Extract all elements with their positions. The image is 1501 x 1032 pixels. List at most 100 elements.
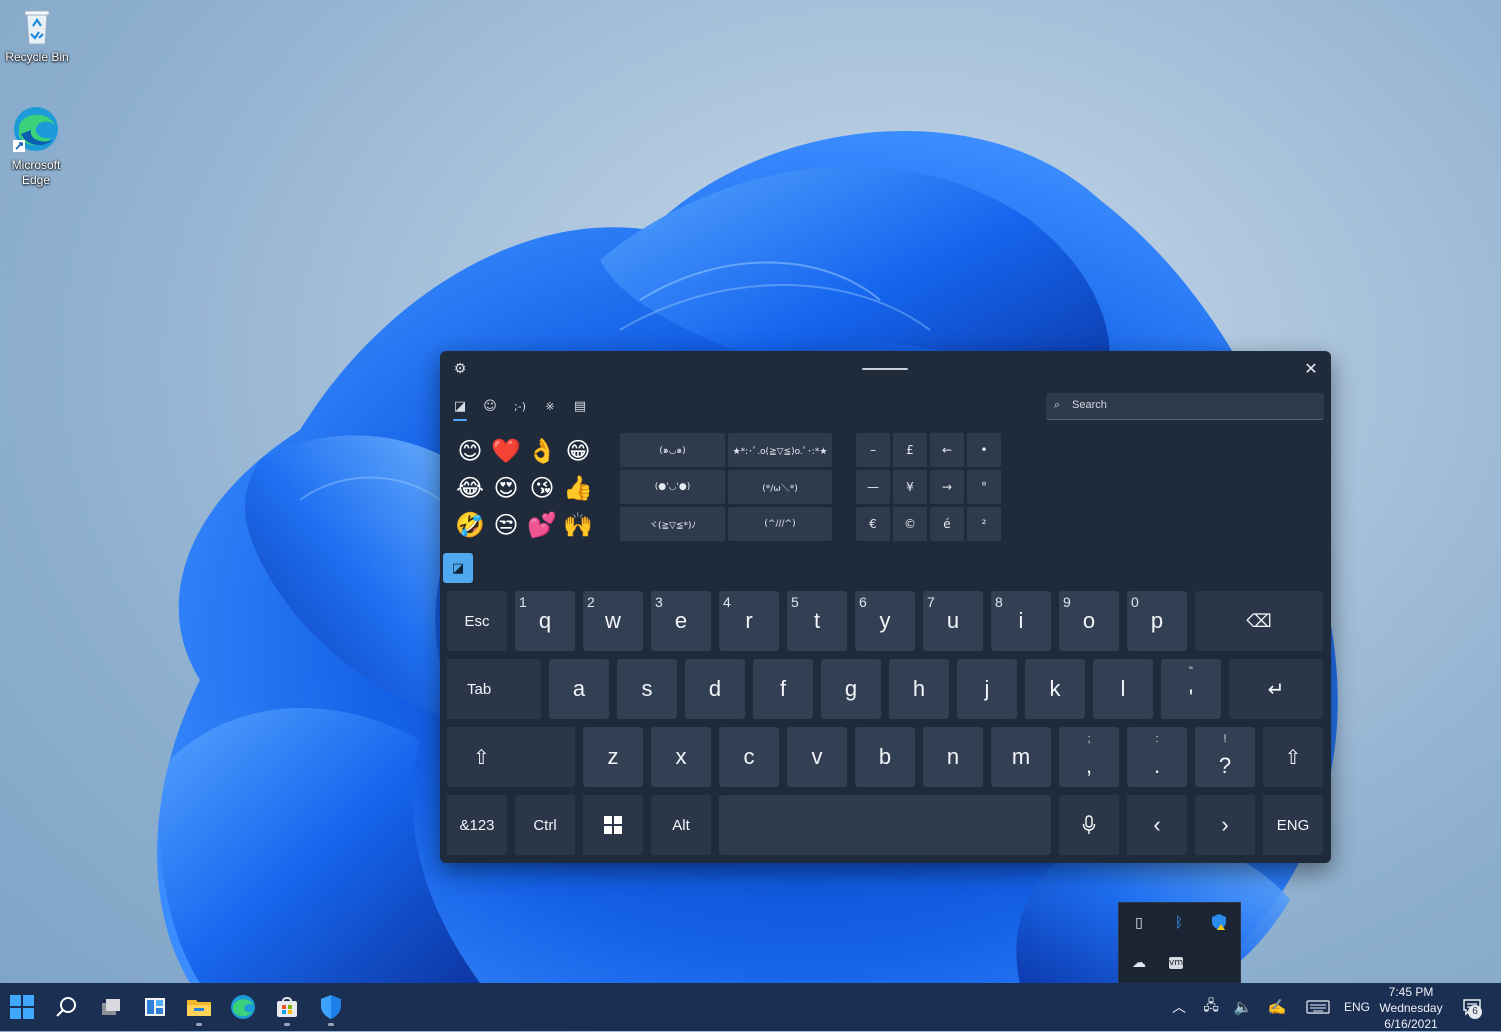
close-icon[interactable]: ✕ bbox=[1301, 359, 1321, 379]
key-i[interactable]: 8i bbox=[991, 591, 1051, 651]
key-z[interactable]: z bbox=[583, 727, 643, 787]
key-l[interactable]: l bbox=[1093, 659, 1153, 719]
network-icon[interactable]: 🖧 bbox=[1200, 983, 1222, 1031]
symbol-item[interactable]: • bbox=[967, 433, 1001, 467]
symbol-item[interactable]: ¥ bbox=[893, 470, 927, 504]
file-explorer-button[interactable] bbox=[183, 991, 215, 1023]
emoji-item[interactable]: 😍 bbox=[488, 470, 524, 506]
emoji-item[interactable]: 😊 bbox=[452, 433, 488, 469]
key-ctrl[interactable]: Ctrl bbox=[515, 795, 575, 855]
key-microphone[interactable] bbox=[1059, 795, 1119, 855]
key-question[interactable]: !? bbox=[1195, 727, 1255, 787]
key-left[interactable]: ‹ bbox=[1127, 795, 1187, 855]
taskbar-clock[interactable]: 7:45 PM Wednesday 6/16/2021 bbox=[1376, 984, 1446, 1032]
key-s[interactable]: s bbox=[617, 659, 677, 719]
emoji-item[interactable]: 💕 bbox=[524, 507, 560, 543]
key-alt[interactable]: Alt bbox=[651, 795, 711, 855]
key-apostrophe[interactable]: " ' bbox=[1161, 659, 1221, 719]
key-h[interactable]: h bbox=[889, 659, 949, 719]
search-input[interactable]: ⌕ Search bbox=[1046, 393, 1324, 420]
desktop-icon-recycle-bin[interactable]: Recycle Bin bbox=[1, 6, 73, 65]
start-button[interactable] bbox=[6, 991, 38, 1023]
key-shift-left[interactable]: ⇧ bbox=[447, 727, 575, 787]
kaomoji-item[interactable]: ★*:･ﾟ.o(≧▽≦)o.ﾟ･:*★ bbox=[728, 433, 832, 467]
clipboard-icon[interactable]: ▤ bbox=[570, 397, 590, 417]
key-right[interactable]: › bbox=[1195, 795, 1255, 855]
symbol-item[interactable]: ° bbox=[967, 470, 1001, 504]
emoji-panel-toggle-button[interactable]: ◪ bbox=[443, 553, 473, 583]
emoji-item[interactable]: ❤️ bbox=[488, 433, 524, 469]
symbol-item[interactable]: © bbox=[893, 507, 927, 541]
key-r[interactable]: 4r bbox=[719, 591, 779, 651]
key-x[interactable]: x bbox=[651, 727, 711, 787]
pen-icon[interactable]: ✍ bbox=[1266, 983, 1288, 1031]
emoji-item[interactable]: 👌 bbox=[524, 433, 560, 469]
key-backspace[interactable]: ⌫ bbox=[1195, 591, 1323, 651]
key-esc[interactable]: Esc bbox=[447, 591, 507, 651]
emoji-item[interactable]: 😁 bbox=[560, 433, 596, 469]
key-w[interactable]: 2w bbox=[583, 591, 643, 651]
key-shift-right[interactable]: ⇧ bbox=[1263, 727, 1323, 787]
key-q[interactable]: 1q bbox=[515, 591, 575, 651]
bluetooth-icon[interactable]: ᛒ bbox=[1169, 913, 1189, 933]
key-e[interactable]: 3e bbox=[651, 591, 711, 651]
key-period[interactable]: :. bbox=[1127, 727, 1187, 787]
symbols-icon[interactable]: ※ bbox=[540, 397, 560, 417]
key-space[interactable] bbox=[719, 795, 1051, 855]
edge-taskbar-button[interactable] bbox=[227, 991, 259, 1023]
emoji-item[interactable]: 🙌 bbox=[560, 507, 596, 543]
key-g[interactable]: g bbox=[821, 659, 881, 719]
kaomoji-icon[interactable]: ;-) bbox=[510, 397, 530, 417]
volume-icon[interactable]: 🔈 bbox=[1232, 983, 1254, 1031]
touch-keyboard-icon[interactable] bbox=[1304, 983, 1332, 1031]
key-v[interactable]: v bbox=[787, 727, 847, 787]
key-d[interactable]: d bbox=[685, 659, 745, 719]
usb-drive-icon[interactable]: ▯ bbox=[1129, 913, 1149, 933]
cloud-offline-icon[interactable]: ☁ bbox=[1129, 953, 1149, 973]
key-c[interactable]: c bbox=[719, 727, 779, 787]
emoji-item[interactable]: 👍 bbox=[560, 470, 596, 506]
emoji-item[interactable]: 😘 bbox=[524, 470, 560, 506]
key-a[interactable]: a bbox=[549, 659, 609, 719]
key-f[interactable]: f bbox=[753, 659, 813, 719]
key-t[interactable]: 5t bbox=[787, 591, 847, 651]
key-b[interactable]: b bbox=[855, 727, 915, 787]
key-tab[interactable]: Tab bbox=[447, 659, 541, 719]
kaomoji-item[interactable]: (●'◡'●) bbox=[620, 470, 725, 504]
key-windows[interactable] bbox=[583, 795, 643, 855]
key-o[interactable]: 9o bbox=[1059, 591, 1119, 651]
emoji-item[interactable]: 😂 bbox=[452, 470, 488, 506]
kaomoji-item[interactable]: ヾ(≧▽≦*)ﾉ bbox=[620, 507, 725, 541]
emoji-icon[interactable]: ☺ bbox=[480, 397, 500, 417]
vmware-icon[interactable]: vm bbox=[1169, 957, 1183, 969]
task-view-button[interactable] bbox=[95, 991, 127, 1023]
kaomoji-item[interactable]: (^///^) bbox=[728, 507, 832, 541]
key-language[interactable]: ENG bbox=[1263, 795, 1323, 855]
emoji-item[interactable]: 😒 bbox=[488, 507, 524, 543]
key-symbols-mode[interactable]: &123 bbox=[447, 795, 507, 855]
gear-icon[interactable]: ⚙ bbox=[452, 361, 468, 377]
key-u[interactable]: 7u bbox=[923, 591, 983, 651]
store-button[interactable] bbox=[271, 991, 303, 1023]
drag-handle[interactable] bbox=[862, 368, 908, 370]
widgets-button[interactable] bbox=[139, 991, 171, 1023]
key-enter[interactable]: ↵ bbox=[1229, 659, 1323, 719]
key-n[interactable]: n bbox=[923, 727, 983, 787]
security-warning-icon[interactable] bbox=[1209, 913, 1229, 933]
symbol-item[interactable]: é bbox=[930, 507, 964, 541]
key-comma[interactable]: ;, bbox=[1059, 727, 1119, 787]
search-button[interactable] bbox=[51, 991, 83, 1023]
key-y[interactable]: 6y bbox=[855, 591, 915, 651]
kaomoji-item[interactable]: (*/ω＼*) bbox=[728, 470, 832, 504]
key-p[interactable]: 0p bbox=[1127, 591, 1187, 651]
emoji-item[interactable]: 🤣 bbox=[452, 507, 488, 543]
symbol-item[interactable]: → bbox=[930, 470, 964, 504]
recent-icon[interactable]: ◪ bbox=[450, 397, 470, 421]
symbol-item[interactable]: — bbox=[856, 470, 890, 504]
desktop-icon-microsoft-edge[interactable]: Microsoft Edge bbox=[0, 104, 72, 188]
symbol-item[interactable]: ² bbox=[967, 507, 1001, 541]
symbol-item[interactable]: £ bbox=[893, 433, 927, 467]
tray-overflow-chevron[interactable]: ︿ bbox=[1170, 983, 1188, 1031]
symbol-item[interactable]: € bbox=[856, 507, 890, 541]
symbol-item[interactable]: ← bbox=[930, 433, 964, 467]
